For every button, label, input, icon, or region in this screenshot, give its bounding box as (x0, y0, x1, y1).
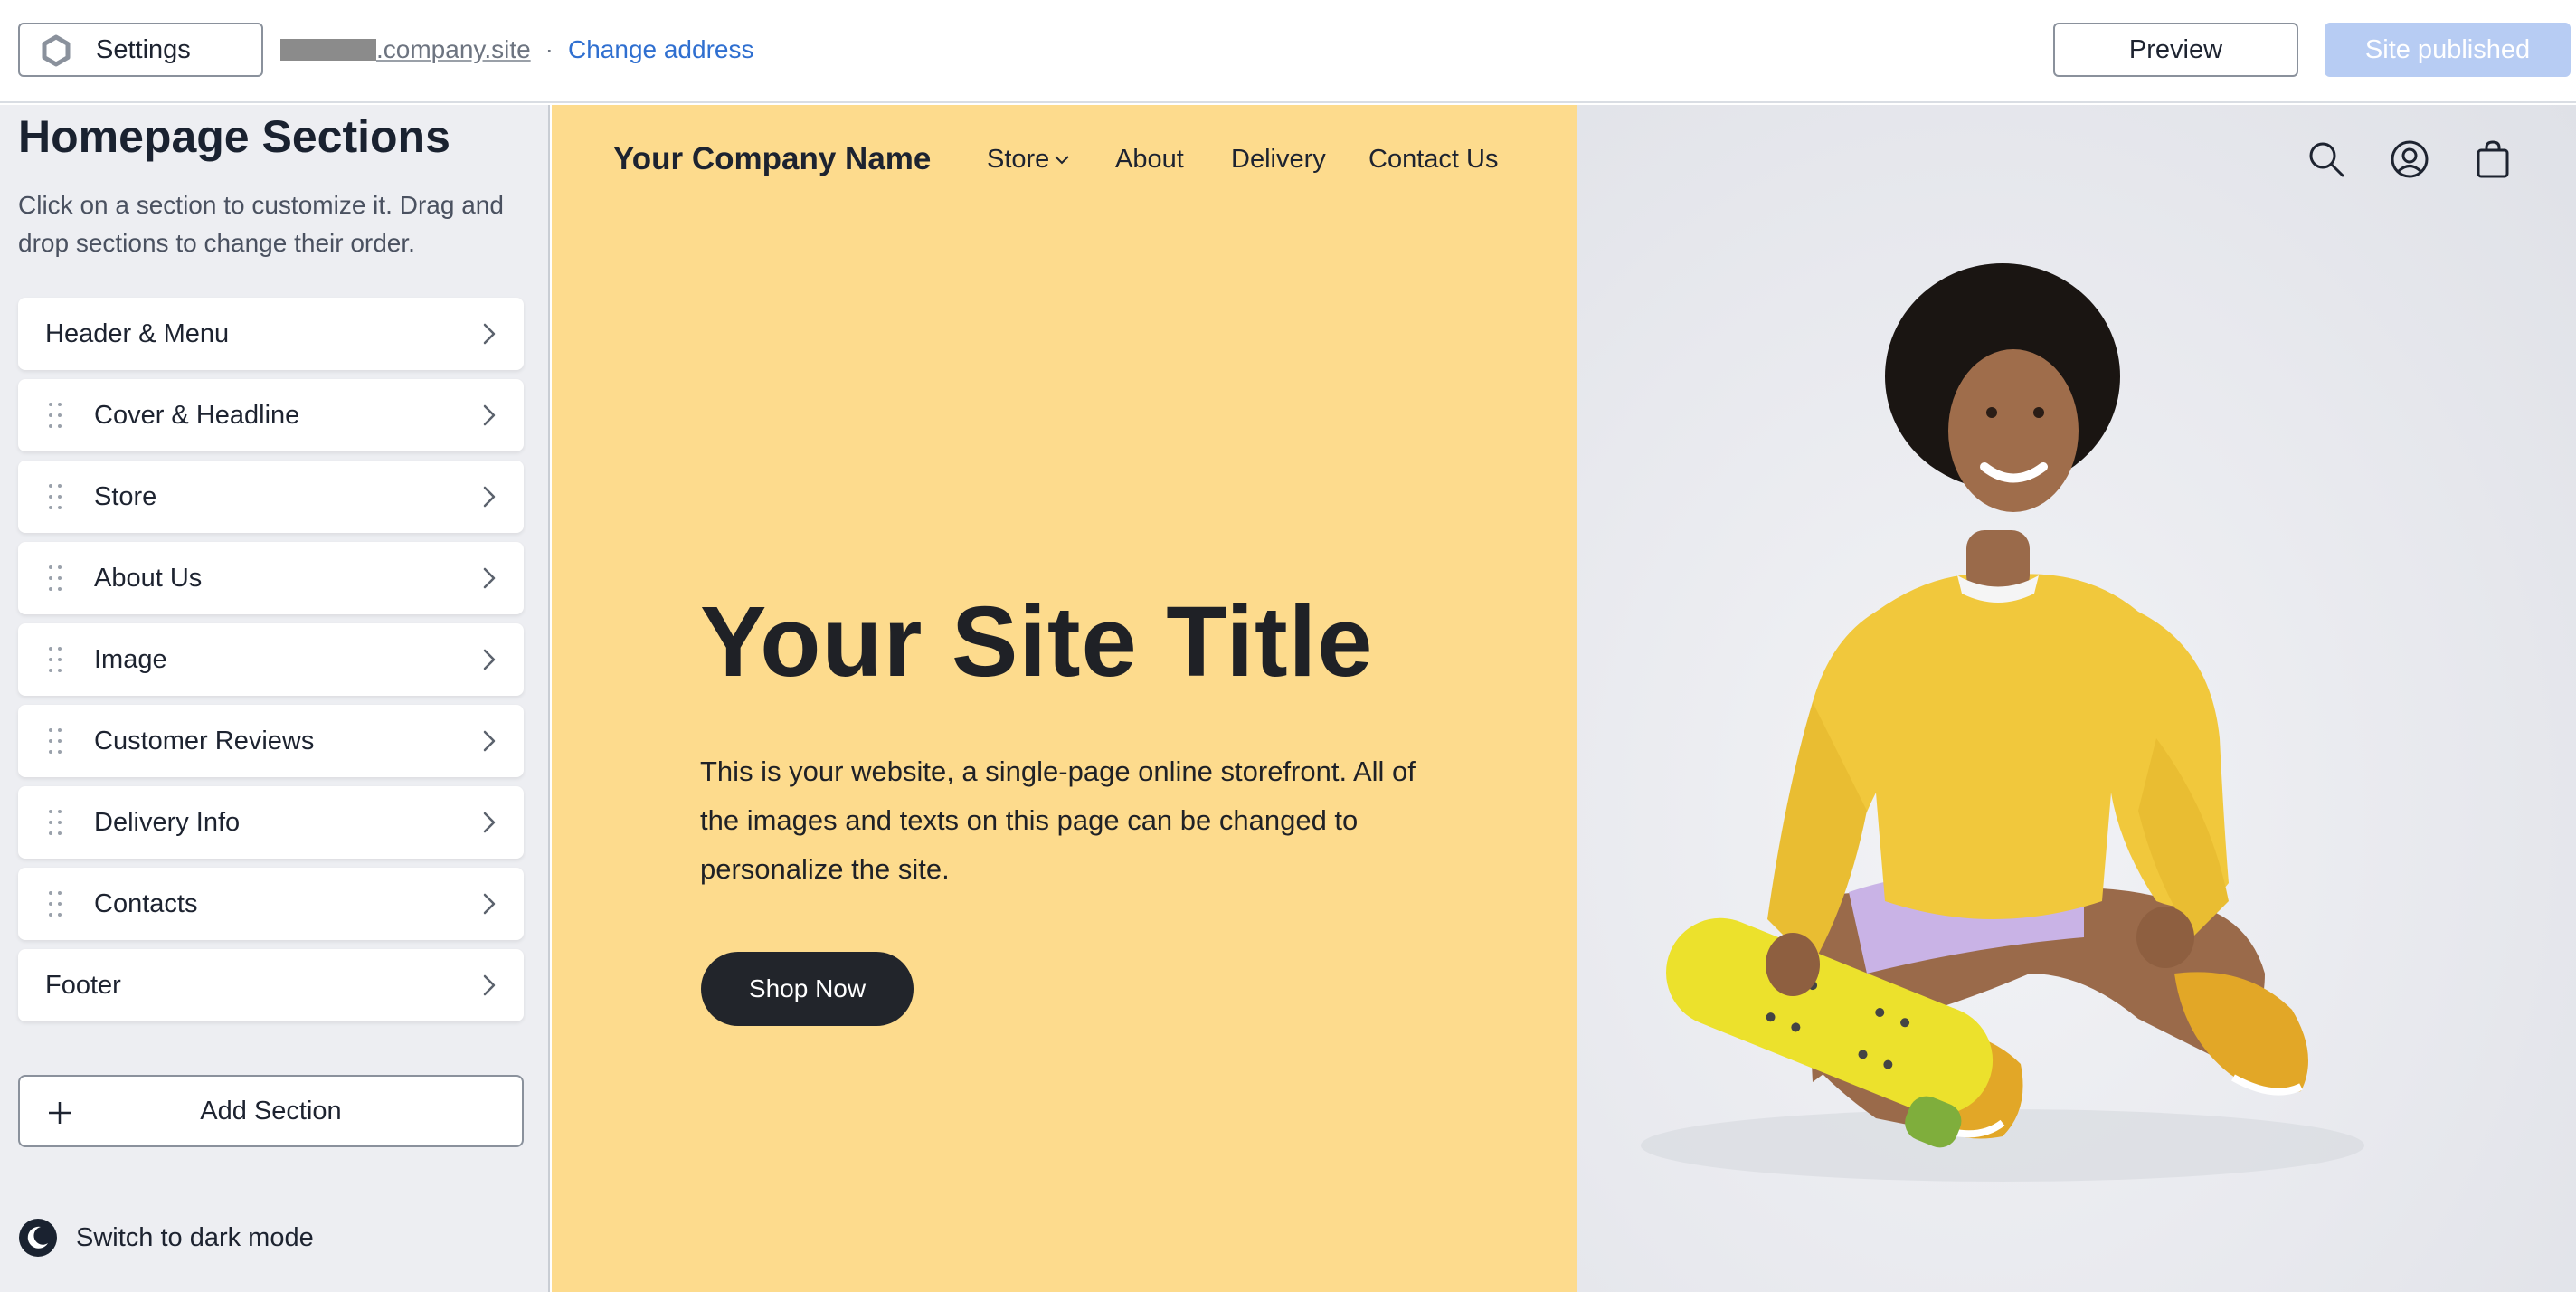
section-item-about-us[interactable]: About Us (18, 542, 524, 614)
add-section-label: Add Section (200, 1097, 342, 1126)
site-title[interactable]: Your Site Title (700, 584, 1373, 699)
sidebar-title: Homepage Sections (18, 111, 450, 162)
section-item-header-and-menu[interactable]: Header & Menu (18, 298, 524, 370)
change-address-link[interactable]: Change address (568, 35, 753, 64)
section-item-label: Store (94, 482, 157, 511)
site-description[interactable]: This is your website, a single-page onli… (700, 747, 1460, 894)
section-item-cover-and-headline[interactable]: Cover & Headline (18, 379, 524, 451)
nav-store-label: Store (987, 145, 1050, 174)
section-item-image[interactable]: Image (18, 623, 524, 696)
chevron-down-icon (1055, 156, 1070, 165)
section-item-store[interactable]: Store (18, 461, 524, 533)
section-item-label: Cover & Headline (94, 401, 300, 430)
top-bar: Settings .company.site · Change address … (0, 0, 2576, 103)
drag-handle-icon[interactable] (47, 647, 65, 672)
settings-hexagon-icon (42, 34, 71, 67)
chevron-right-icon (483, 649, 496, 670)
section-item-contacts[interactable]: Contacts (18, 868, 524, 940)
nav-store[interactable]: Store (987, 145, 1070, 175)
company-name[interactable]: Your Company Name (613, 141, 931, 177)
drag-handle-icon[interactable] (47, 484, 65, 509)
chevron-right-icon (483, 812, 496, 833)
section-item-label: Header & Menu (45, 319, 230, 348)
drag-handle-icon[interactable] (47, 810, 65, 835)
nav-about[interactable]: About (1115, 145, 1184, 175)
chevron-right-icon (483, 486, 496, 508)
drag-handle-icon[interactable] (47, 728, 65, 754)
section-item-label: About Us (94, 564, 203, 593)
settings-label: Settings (96, 35, 191, 64)
chevron-right-icon (483, 567, 496, 589)
chevron-right-icon (483, 893, 496, 915)
chevron-right-icon (483, 323, 496, 345)
shop-now-button[interactable]: Shop Now (701, 952, 914, 1026)
add-section-button[interactable]: Add Section (18, 1075, 524, 1147)
drag-handle-icon[interactable] (47, 891, 65, 917)
section-item-footer[interactable]: Footer (18, 949, 524, 1021)
model-on-skateboard-photo (1641, 263, 2364, 1182)
nav-delivery[interactable]: Delivery (1231, 145, 1326, 175)
site-published-button[interactable]: Site published (2325, 23, 2571, 77)
chevron-right-icon (483, 730, 496, 752)
site-domain-link[interactable]: .company.site (376, 35, 531, 64)
redacted-subdomain (280, 39, 376, 61)
section-item-delivery-info[interactable]: Delivery Info (18, 786, 524, 859)
nav-contact-us[interactable]: Contact Us (1368, 145, 1498, 175)
section-item-label: Delivery Info (94, 808, 241, 837)
cover-image (1577, 105, 2576, 1292)
site-address: .company.site · Change address (280, 32, 753, 68)
section-item-label: Customer Reviews (94, 727, 315, 755)
section-item-customer-reviews[interactable]: Customer Reviews (18, 705, 524, 777)
moon-icon (19, 1219, 57, 1257)
drag-handle-icon[interactable] (47, 565, 65, 591)
site-preview[interactable]: Your Company Name Store About Delivery C… (552, 105, 2576, 1292)
account-icon[interactable] (2390, 139, 2429, 179)
section-item-label: Contacts (94, 889, 198, 918)
dark-mode-label: Switch to dark mode (76, 1222, 314, 1252)
search-icon[interactable] (2306, 139, 2346, 179)
chevron-right-icon (483, 404, 496, 426)
settings-button[interactable]: Settings (18, 23, 263, 77)
sections-sidebar: Homepage Sections Click on a section to … (0, 105, 550, 1292)
sidebar-description: Click on a section to customize it. Drag… (18, 191, 504, 257)
preview-button[interactable]: Preview (2053, 23, 2298, 77)
drag-handle-icon[interactable] (47, 403, 65, 428)
section-item-label: Image (94, 645, 167, 674)
address-separator: · (545, 35, 554, 63)
section-item-label: Footer (45, 971, 121, 1000)
cart-bag-icon[interactable] (2473, 139, 2513, 179)
chevron-right-icon (483, 974, 496, 996)
dark-mode-toggle[interactable]: Switch to dark mode (18, 1218, 314, 1258)
